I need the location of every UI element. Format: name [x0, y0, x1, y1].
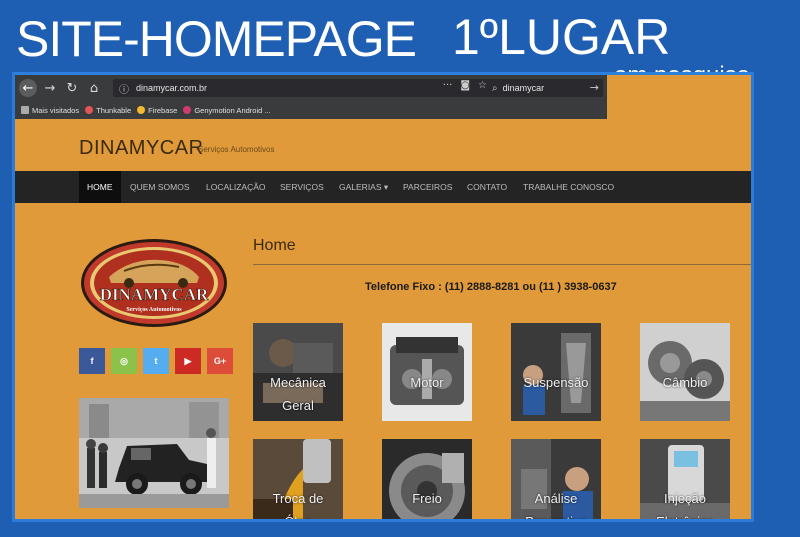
twitter-icon[interactable]: t [143, 348, 169, 374]
tile-label: Suspensão [523, 375, 589, 390]
service-tile-suspensao[interactable]: Suspensão [511, 323, 601, 421]
menu-item-quem-somos[interactable]: QUEM SOMOS [130, 171, 190, 203]
tile-label: Mecânica [270, 375, 326, 390]
bookmark-star-icon[interactable]: ☆ [478, 80, 487, 91]
facebook-icon[interactable]: f [79, 348, 105, 374]
search-icon: ⌕ [492, 82, 498, 94]
search-value: dinamycar [502, 83, 545, 93]
youtube-icon[interactable]: ▶ [175, 348, 201, 374]
site-brand[interactable]: DINAMYCAR [79, 137, 204, 160]
promo-title: SITE-HOMEPAGE [16, 11, 417, 67]
bookmark-label: Mais visitados [32, 105, 80, 115]
thunkable-icon [85, 106, 94, 114]
page-heading: Home [253, 237, 296, 254]
go-arrow-icon[interactable]: → [590, 81, 599, 94]
service-tile-cambio[interactable]: Câmbio [640, 323, 730, 421]
bookmarks-bar: Mais visitados Thunkable Firebase Genymo… [15, 101, 607, 119]
genymotion-icon [183, 106, 192, 114]
main-menu: HOME QUEM SOMOS LOCALIZAÇÃO SERVIÇOS GAL… [15, 171, 751, 203]
logo-subtitle: Serviços Automotivos [126, 307, 182, 313]
firebase-icon [137, 106, 146, 114]
page-actions-icon[interactable]: ··· [443, 80, 453, 91]
website-page: DINAMYCAR Serviços Automotivos HOME QUEM… [15, 119, 751, 522]
back-icon[interactable]: ← [19, 79, 37, 97]
service-tile-analise-preventiva[interactable]: Análise Preventiva [511, 439, 601, 522]
tile-label: Freio [412, 491, 442, 506]
tile-label: Injeção [664, 491, 706, 506]
tile-label: Preventiva [525, 514, 587, 522]
bookmark-firebase[interactable]: Firebase [137, 106, 177, 115]
service-tile-troca-de-oleo[interactable]: Troca de Óleo [253, 439, 343, 522]
url-bar[interactable]: ⓘ dinamycar.com.br ··· ◙ ☆ [113, 79, 491, 97]
tile-label: Análise [534, 491, 578, 506]
search-input[interactable]: ⌕ dinamycar → [487, 79, 603, 97]
tile-label: Troca de [272, 491, 324, 506]
home-icon[interactable]: ⌂ [85, 79, 103, 97]
vintage-car-photo [79, 398, 229, 508]
social-links: f ◎ t ▶ G+ [79, 348, 233, 374]
tile-label: Geral [282, 398, 314, 413]
bookmark-label: Firebase [148, 105, 178, 115]
googleplus-icon[interactable]: G+ [207, 348, 233, 374]
tile-label: Óleo [284, 514, 312, 522]
bookmark-label: Genymotion Android ... [194, 105, 271, 115]
tile-label: Motor [410, 375, 444, 390]
instagram-icon[interactable]: ◎ [111, 348, 137, 374]
logo-text: DINAMYCAR [100, 285, 209, 304]
bookmark-label: Thunkable [96, 105, 132, 115]
menu-item-localizacao[interactable]: LOCALIZAÇÃO [206, 171, 266, 203]
info-icon[interactable]: ⓘ [119, 81, 129, 96]
service-tile-freio[interactable]: Freio [382, 439, 472, 519]
heading-divider [253, 264, 751, 265]
bookmark-mais-visitados[interactable]: Mais visitados [21, 106, 79, 115]
service-tile-mecanica-geral[interactable]: Mecânica Geral [253, 323, 343, 421]
browser-chrome: ← → ↻ ⌂ ⓘ dinamycar.com.br ··· ◙ ☆ ⌕ din… [15, 75, 607, 119]
service-tile-motor[interactable]: Motor [382, 323, 472, 421]
site-brand-subtitle: Serviços Automotivos [198, 145, 275, 154]
phone-numbers: Telefone Fixo : (11) 2888-8281 ou (11 ) … [365, 281, 617, 293]
dinamycar-logo[interactable]: DINAMYCAR Serviços Automotivos [79, 237, 229, 329]
pocket-icon[interactable]: ◙ [460, 80, 470, 91]
bookmark-thunkable[interactable]: Thunkable [85, 106, 131, 115]
menu-item-home[interactable]: HOME [79, 171, 121, 203]
menu-item-servicos[interactable]: SERVIÇOS [280, 171, 324, 203]
promo-rank: 1ºLUGAR [452, 9, 671, 65]
menu-item-contato[interactable]: CONTATO [467, 171, 507, 203]
tile-label: Câmbio [662, 375, 708, 390]
tile-label: Eletrônica [656, 514, 714, 522]
reload-icon[interactable]: ↻ [63, 79, 81, 97]
service-tile-injecao-eletronica[interactable]: Injeção Eletrônica [640, 439, 730, 522]
menu-item-parceiros[interactable]: PARCEIROS [403, 171, 452, 203]
forward-icon[interactable]: → [41, 79, 59, 97]
menu-item-galerias[interactable]: GALERIAS ▾ [339, 171, 388, 203]
screenshot-frame: ← → ↻ ⌂ ⓘ dinamycar.com.br ··· ◙ ☆ ⌕ din… [12, 72, 754, 522]
menu-item-trabalhe-conosco[interactable]: TRABALHE CONOSCO [523, 171, 614, 203]
url-text: dinamycar.com.br [136, 83, 208, 93]
bookmark-genymotion[interactable]: Genymotion Android ... [183, 105, 271, 115]
gear-icon [21, 106, 29, 114]
